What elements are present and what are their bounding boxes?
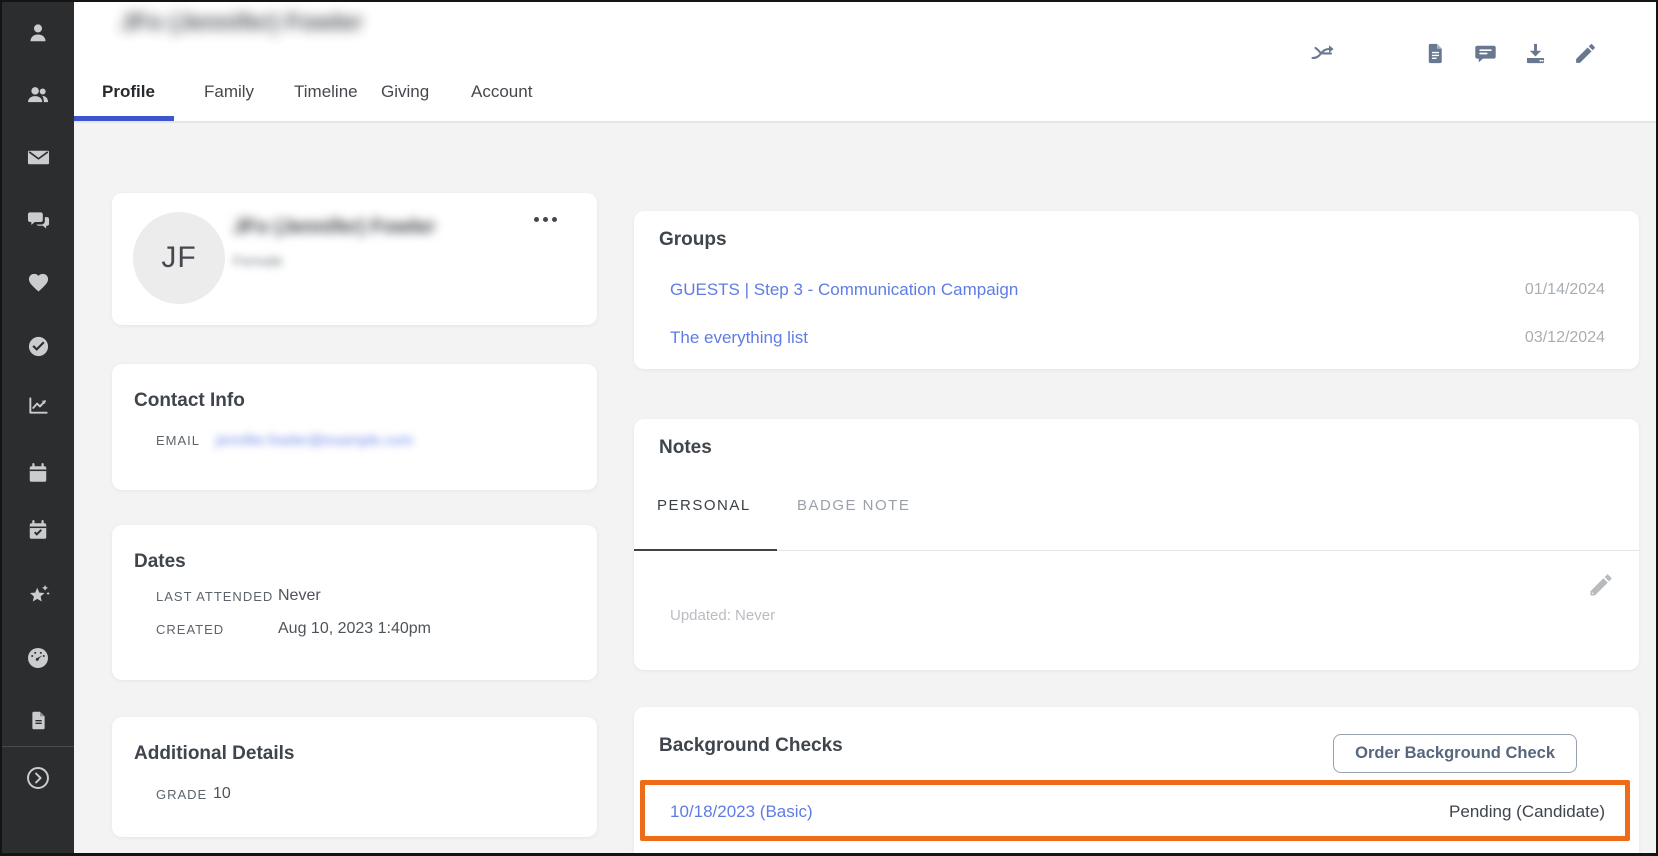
check-circle-icon[interactable] [25,333,51,359]
avatar: JF [133,212,225,304]
header: JFo (Jennifer) Fowler Profile Family Tim… [74,2,1656,123]
heart-icon[interactable] [25,269,51,295]
star-sparkle-icon[interactable] [25,582,51,608]
grade-label: GRADE [156,787,213,802]
grade-value: 10 [213,785,231,803]
background-checks-title: Background Checks [659,735,843,757]
note-edit-pencil-icon[interactable] [1587,571,1615,599]
background-checks-card: Background Checks Order Background Check… [634,707,1639,855]
calendar-check-icon[interactable] [25,517,51,543]
tab-giving[interactable]: Giving [381,82,429,102]
gauge-icon[interactable] [25,645,51,671]
person-icon[interactable] [25,20,51,46]
dates-card: Dates LAST ATTENDED Never CREATED Aug 10… [112,525,597,680]
notes-tab-badge-note[interactable]: BADGE NOTE [797,497,910,514]
last-attended-label: LAST ATTENDED [156,589,278,604]
sidebar [2,2,74,853]
notes-updated-text: Updated: Never [670,607,775,624]
envelope-icon[interactable] [25,144,51,170]
group-date: 03/12/2024 [1525,329,1605,347]
document-icon[interactable] [25,707,51,733]
calendar-icon[interactable] [25,460,51,486]
notes-title: Notes [659,437,712,459]
chevron-circle-icon[interactable] [25,765,51,791]
created-value: Aug 10, 2023 1:40pm [278,620,431,638]
contact-info-title: Contact Info [134,390,245,412]
merge-icon[interactable] [1310,40,1336,66]
header-actions [1286,40,1598,66]
last-attended-value: Never [278,587,321,605]
notes-active-tab-underline [634,549,777,551]
group-row: The everything list 03/12/2024 [670,328,1605,348]
order-background-check-button[interactable]: Order Background Check [1333,734,1577,773]
person-name-blurred: JFo (Jennifer) Fowler [233,216,435,239]
comment-icon[interactable] [1472,40,1498,66]
notes-tab-personal[interactable]: PERSONAL [657,497,751,514]
tab-account[interactable]: Account [471,82,532,102]
ellipsis-menu-icon[interactable] [530,217,557,222]
sidebar-divider [2,746,74,747]
notes-tab-divider [777,550,1639,551]
notes-card: Notes PERSONAL BADGE NOTE Updated: Never [634,419,1639,670]
group-row: GUESTS | Step 3 - Communication Campaign… [670,280,1605,300]
contact-info-card: Contact Info EMAIL jennifer.fowler@examp… [112,364,597,490]
dates-title: Dates [134,551,186,573]
additional-details-card: Additional Details GRADE 10 [112,717,597,837]
tab-profile[interactable]: Profile [102,82,155,102]
people-icon[interactable] [25,81,51,107]
email-label: EMAIL [156,433,216,448]
group-date: 01/14/2024 [1525,281,1605,299]
groups-card: Groups GUESTS | Step 3 - Communication C… [634,211,1639,369]
created-label: CREATED [156,622,278,637]
file-icon[interactable] [1422,40,1448,66]
group-link[interactable]: The everything list [670,328,808,348]
edit-icon[interactable] [1572,40,1598,66]
groups-title: Groups [659,229,727,251]
additional-details-title: Additional Details [134,743,294,765]
group-link[interactable]: GUESTS | Step 3 - Communication Campaign [670,280,1018,300]
app-window: JFo (Jennifer) Fowler Profile Family Tim… [0,0,1658,856]
profile-card: JF JFo (Jennifer) Fowler Female [112,193,597,325]
highlight-annotation-rectangle [640,780,1630,841]
email-link-blurred[interactable]: jennifer.fowler@example.com [216,432,413,449]
download-icon[interactable] [1522,40,1548,66]
person-subtitle-blurred: Female [233,253,283,270]
tab-family[interactable]: Family [204,82,254,102]
tab-timeline[interactable]: Timeline [294,82,358,102]
chart-icon[interactable] [25,392,51,418]
page-title: JFo (Jennifer) Fowler [120,9,363,37]
header-divider [74,121,1656,123]
chat-icon[interactable] [25,207,51,233]
